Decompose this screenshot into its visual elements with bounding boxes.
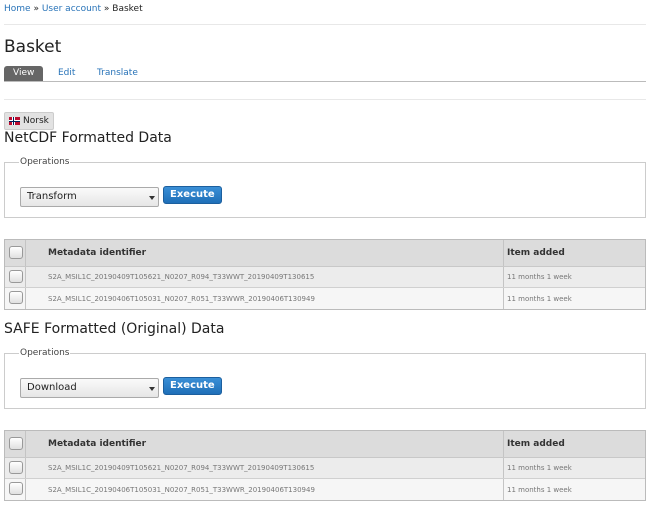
column-header-added[interactable]: Item added [504,431,645,457]
tab-view[interactable]: View [4,66,44,81]
row-checkbox[interactable] [9,270,23,283]
row-added: 11 months 1 week [507,464,572,472]
breadcrumb-separator: » [30,4,42,14]
section-title-safe: SAFE Formatted (Original) Data [4,321,225,337]
row-added: 11 months 1 week [507,485,572,494]
row-identifier: S2A_MSIL1C_20190406T105031_N0207_R051_T3… [26,288,504,309]
table-row: S2A_MSIL1C_20190409T105621_N0207_R094_T3… [5,458,645,479]
breadcrumb: Home » User account » Basket [4,4,143,14]
execute-button[interactable]: Execute [163,186,222,204]
breadcrumb-separator: » [101,4,113,14]
table-row: S2A_MSIL1C_20190406T105031_N0207_R051_T3… [5,288,645,309]
row-added: 11 months 1 week [507,273,572,281]
row-identifier: S2A_MSIL1C_20190406T105031_N0207_R051_T3… [26,479,504,500]
select-all-checkbox[interactable] [9,246,23,259]
column-header-added[interactable]: Item added [504,240,645,266]
column-header-identifier[interactable]: Metadata identifier [26,240,504,266]
row-added: 11 months 1 week [507,294,572,303]
tabs-bar: View Edit Translate [4,66,646,82]
operations-legend: Operations [20,157,70,167]
row-checkbox[interactable] [9,291,23,304]
tab-edit[interactable]: Edit [58,66,75,81]
operations-legend: Operations [20,348,70,358]
table-header: Metadata identifier Item added [5,431,645,458]
operation-select[interactable]: Download [20,378,159,398]
table-header: Metadata identifier Item added [5,240,645,267]
breadcrumb-user-account-link[interactable]: User account [42,4,101,14]
operation-select-value: Download [27,382,77,393]
divider [4,99,646,100]
basket-table-safe: Metadata identifier Item added S2A_MSIL1… [4,430,646,501]
operation-select[interactable]: Transform [20,187,159,207]
row-checkbox[interactable] [9,482,23,495]
page-title: Basket [4,37,62,57]
operations-fieldset: Operations Transform Execute [4,157,646,218]
column-header-identifier[interactable]: Metadata identifier [26,431,504,457]
operations-fieldset: Operations Download Execute [4,348,646,409]
breadcrumb-home-link[interactable]: Home [4,4,31,14]
table-row: S2A_MSIL1C_20190409T105621_N0207_R094_T3… [5,267,645,288]
caret-down-icon [149,387,155,391]
breadcrumb-current: Basket [112,4,143,14]
execute-button[interactable]: Execute [163,377,222,395]
row-checkbox[interactable] [9,461,23,474]
language-label: Norsk [23,116,49,126]
row-identifier: S2A_MSIL1C_20190409T105621_N0207_R094_T3… [26,267,504,287]
select-all-checkbox[interactable] [9,437,23,450]
norway-flag-icon [9,117,20,125]
basket-table-netcdf: Metadata identifier Item added S2A_MSIL1… [4,239,646,310]
divider [4,24,646,25]
tab-translate[interactable]: Translate [97,66,138,81]
table-row: S2A_MSIL1C_20190406T105031_N0207_R051_T3… [5,479,645,500]
row-identifier: S2A_MSIL1C_20190409T105621_N0207_R094_T3… [26,458,504,478]
operation-select-value: Transform [27,191,77,202]
language-switch-button[interactable]: Norsk [4,112,54,130]
caret-down-icon [149,196,155,200]
section-title-netcdf: NetCDF Formatted Data [4,130,172,146]
